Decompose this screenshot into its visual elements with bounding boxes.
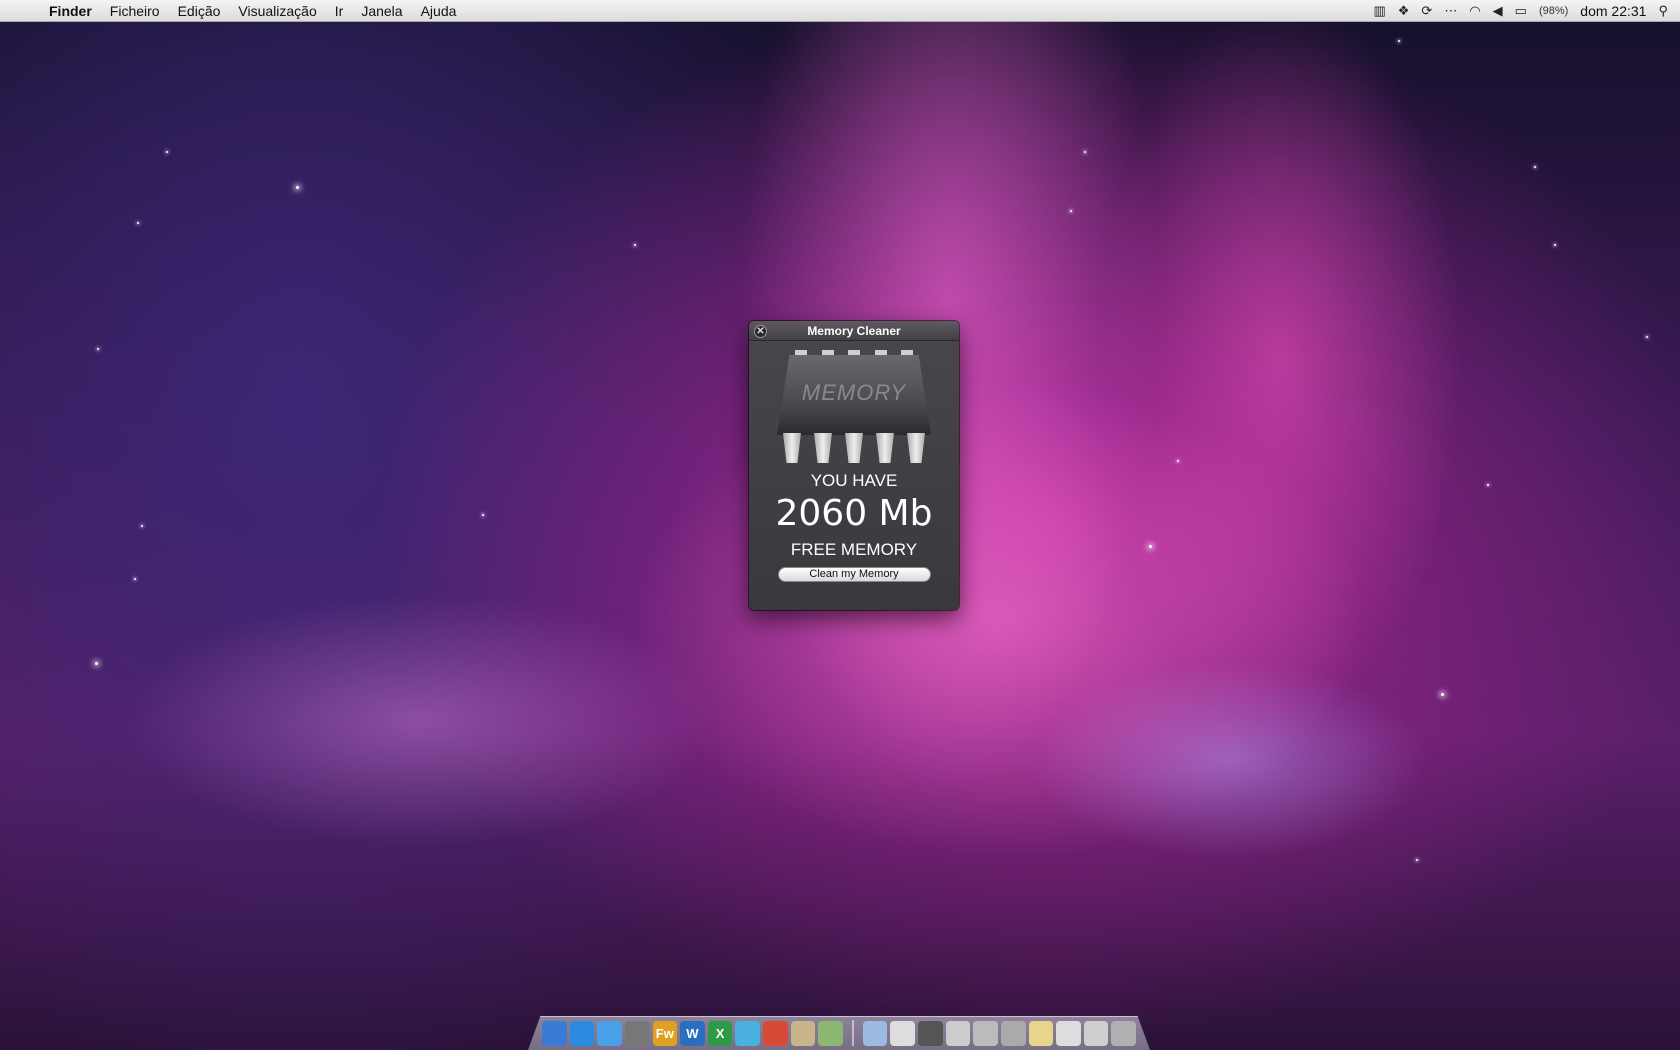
spotlight-icon[interactable]: ⚲ [1658,3,1668,19]
stack-icon-1[interactable] [890,1021,916,1046]
volume-icon[interactable]: ◀ [1493,3,1503,19]
close-icon[interactable]: ✕ [754,325,767,338]
fireworks-icon[interactable]: Fw [652,1021,678,1046]
finder-icon[interactable] [542,1021,567,1046]
wifi-icon[interactable]: ◠ [1469,3,1480,19]
menu-ajuda[interactable]: Ajuda [412,3,466,19]
menu-ficheiro[interactable]: Ficheiro [101,3,169,19]
trash-icon[interactable] [1111,1021,1137,1046]
battery-icon[interactable]: ▭ [1515,3,1527,19]
stack-icon-7[interactable] [1056,1021,1081,1046]
chip-label: MEMORY [801,380,907,405]
status-area: ▥ ❖ ⟳ ⋯ ◠ ◀ ▭ (98%) dom 22:31 ⚲ [1373,3,1680,19]
menu-bar: Finder Ficheiro Edição Visualização Ir J… [0,0,1680,22]
clean-memory-button[interactable]: Clean my Memory [777,567,931,582]
chrome-icon[interactable] [763,1021,788,1046]
memory-chip-icon: MEMORY [749,341,959,466]
dropbox-icon[interactable]: ❖ [1398,3,1410,19]
sync-icon[interactable]: ⟳ [1421,3,1432,19]
menubar-clock[interactable]: dom 22:31 [1580,3,1646,19]
free-memory-amount: 2060 Mb [775,493,933,534]
preview-icon[interactable] [624,1021,650,1046]
menu-finder[interactable]: Finder [40,3,101,19]
dock-separator [851,1020,854,1046]
folder-icon[interactable] [862,1021,888,1046]
you-have-label: YOU HAVE [810,471,898,490]
dock: Fw W X [528,1016,1150,1050]
memory-cleaner-window: ✕ Memory Cleaner MEMORY YOU HAVE 2060 Mb… [749,321,959,610]
stack-icon-2[interactable] [918,1021,943,1046]
archive-icon[interactable] [790,1021,816,1046]
menu-edicao[interactable]: Edição [169,3,230,19]
bluetooth-icon[interactable]: ⋯ [1444,3,1457,19]
itunes-icon[interactable] [597,1021,622,1046]
messenger-icon[interactable] [735,1021,760,1046]
battery-percentage: (98%) [1538,4,1569,17]
stack-icon-6[interactable] [1028,1021,1054,1046]
stack-icon-4[interactable] [973,1021,998,1046]
excel-icon[interactable]: X [707,1021,733,1046]
menu-janela[interactable]: Janela [352,3,411,19]
word-icon[interactable]: W [680,1021,705,1046]
free-memory-label: FREE MEMORY [790,540,918,559]
spreadsheet-icon[interactable] [818,1021,843,1046]
app-store-icon[interactable] [569,1021,595,1046]
menu-visualizacao[interactable]: Visualização [229,3,325,19]
stats-icon[interactable]: ▥ [1373,3,1385,19]
stack-icon-8[interactable] [1083,1021,1109,1046]
menu-ir[interactable]: Ir [326,3,353,19]
stack-icon-3[interactable] [945,1021,971,1046]
stack-icon-5[interactable] [1000,1021,1026,1046]
window-title: Memory Cleaner [807,324,901,338]
window-titlebar[interactable]: ✕ Memory Cleaner [749,321,959,341]
